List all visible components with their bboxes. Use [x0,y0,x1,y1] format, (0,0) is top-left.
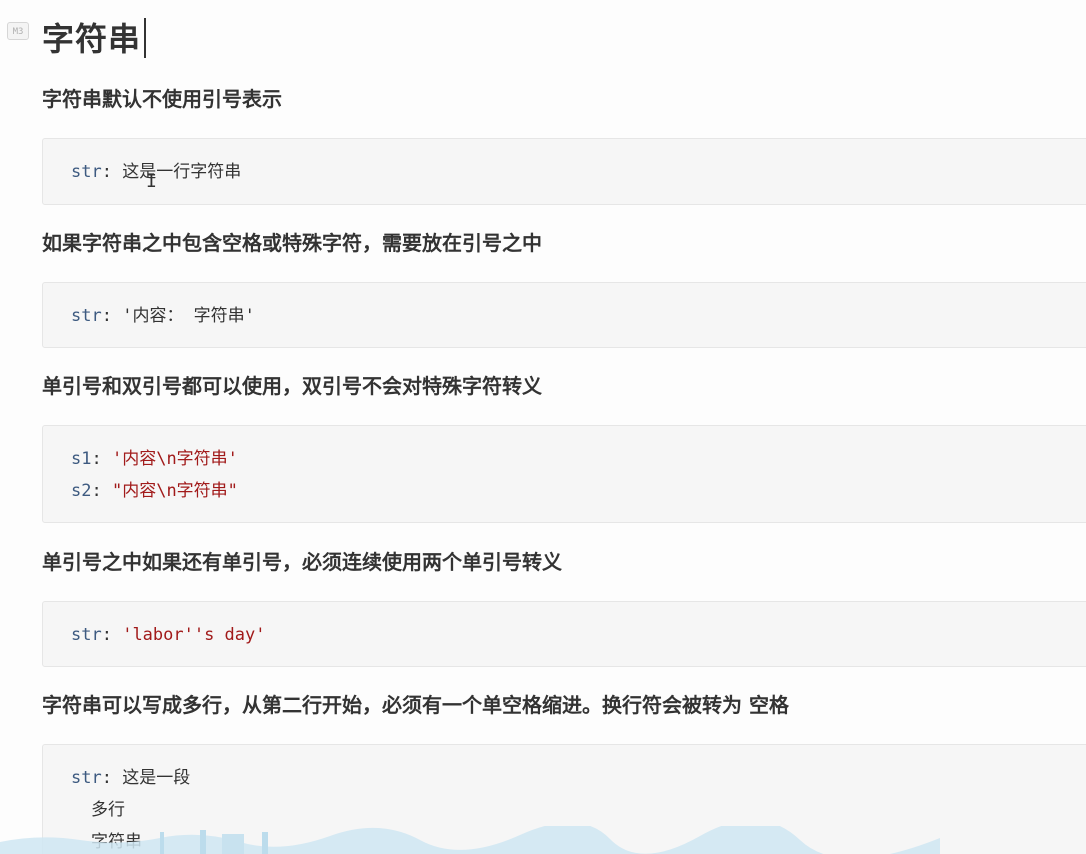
yaml-separator: : [101,625,123,645]
yaml-key: str [71,306,102,326]
markdown-icon: M3 [7,22,29,40]
code-line: str: 这是一行字符串 [71,156,1086,188]
code-line: str: 这是一段 [71,762,1086,794]
yaml-separator: : [101,306,123,326]
code-line: 多行 [71,794,1086,826]
markdown-editor[interactable]: M3 字符串 字符串默认不使用引号表示 str: 这是一行字符串 I 如果字符串… [0,0,1086,854]
overlay-strip [0,826,940,854]
code-block-1[interactable]: str: 这是一行字符串 [42,138,1086,205]
code-block-3[interactable]: s1: '内容\n字符串' s2: "内容\n字符串" [42,425,1086,523]
yaml-separator: : [91,481,112,501]
code-line: str: '内容： 字符串' [71,300,1086,332]
yaml-key: s1 [71,449,92,469]
section-3-text[interactable]: 单引号和双引号都可以使用，双引号不会对特殊字符转义 [42,371,542,401]
text-cursor [144,18,146,58]
yaml-value: 这是一段 [122,768,191,788]
yaml-value: 这是一行字符串 [122,162,242,182]
yaml-key: str [71,768,102,788]
yaml-separator: : [101,162,123,182]
section-2-text[interactable]: 如果字符串之中包含空格或特殊字符，需要放在引号之中 [42,228,542,258]
yaml-string-value: 'labor''s day' [122,625,266,645]
page-title[interactable]: 字符串 [42,14,141,64]
yaml-string-value: "内容\n字符串" [111,481,238,501]
yaml-string-value: '内容\n字符串' [111,449,238,469]
yaml-separator: : [101,768,123,788]
yaml-key: str [71,162,102,182]
section-1-text[interactable]: 字符串默认不使用引号表示 [42,84,282,114]
section-5-text[interactable]: 字符串可以写成多行，从第二行开始，必须有一个单空格缩进。换行符会被转为 空格 [42,690,789,720]
code-line: str: 'labor''s day' [71,619,1086,651]
yaml-key: str [71,625,102,645]
section-4-text[interactable]: 单引号之中如果还有单引号，必须连续使用两个单引号转义 [42,547,562,577]
code-block-4[interactable]: str: 'labor''s day' [42,601,1086,667]
code-block-2[interactable]: str: '内容： 字符串' [42,282,1086,348]
mouse-ibeam-cursor-icon: I [146,171,157,192]
yaml-key: s2 [71,481,92,501]
yaml-continuation-line: 多行 [91,800,125,820]
code-line: s2: "内容\n字符串" [71,475,1086,507]
yaml-value: '内容： 字符串' [122,306,255,326]
code-line: s1: '内容\n字符串' [71,443,1086,475]
yaml-separator: : [91,449,112,469]
